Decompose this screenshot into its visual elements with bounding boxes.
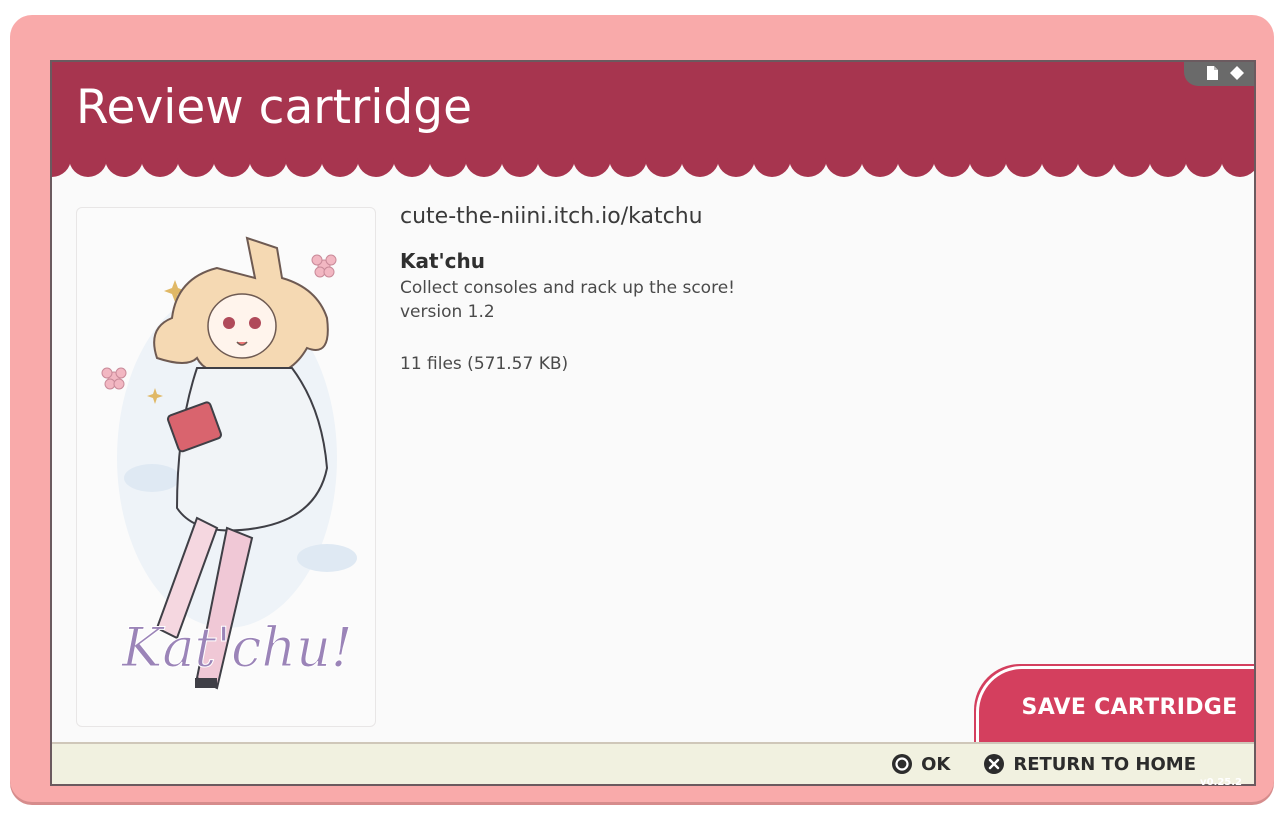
return-home-label: RETURN TO HOME (1013, 753, 1196, 775)
cartridge-description: Collect consoles and rack up the score! (400, 278, 735, 298)
cartridge-file-count: 11 files (571.57 KB) (400, 354, 569, 374)
header-scallop-edge (52, 158, 1254, 177)
ok-label: OK (921, 753, 951, 775)
cover-logo-text: Kat'chu! (121, 616, 353, 679)
cartridge-cover-art: Kat'chu! (76, 207, 376, 727)
header-banner: Review cartridge (52, 62, 1254, 162)
device-frame: Review cartridge Kat'chu! cute-the-niini… (10, 15, 1274, 802)
cartridge-name: Kat'chu (400, 249, 486, 273)
cartridge-url: cute-the-niini.itch.io/katchu (400, 204, 703, 229)
return-home-hint[interactable]: RETURN TO HOME (984, 754, 1196, 775)
ok-button-icon (892, 754, 913, 774)
button-hints-bar: OK RETURN TO HOME (52, 742, 1254, 784)
page-title: Review cartridge (76, 80, 472, 135)
ok-hint[interactable]: OK (892, 754, 950, 775)
review-screen: Review cartridge Kat'chu! cute-the-niini… (50, 60, 1256, 786)
cartridge-info: cute-the-niini.itch.io/katchu Kat'chu Co… (400, 204, 735, 376)
status-tray (1184, 62, 1254, 86)
app-version-label: v0.25.2 (1200, 777, 1242, 788)
cartridge-version: version 1.2 (400, 302, 495, 322)
cover-illustration: Kat'chu! (101, 236, 357, 690)
file-icon (1207, 65, 1218, 84)
save-cartridge-button[interactable]: SAVE CARTRIDGE (976, 666, 1254, 746)
close-button-icon (984, 754, 1005, 774)
diamond-icon (1230, 65, 1244, 84)
